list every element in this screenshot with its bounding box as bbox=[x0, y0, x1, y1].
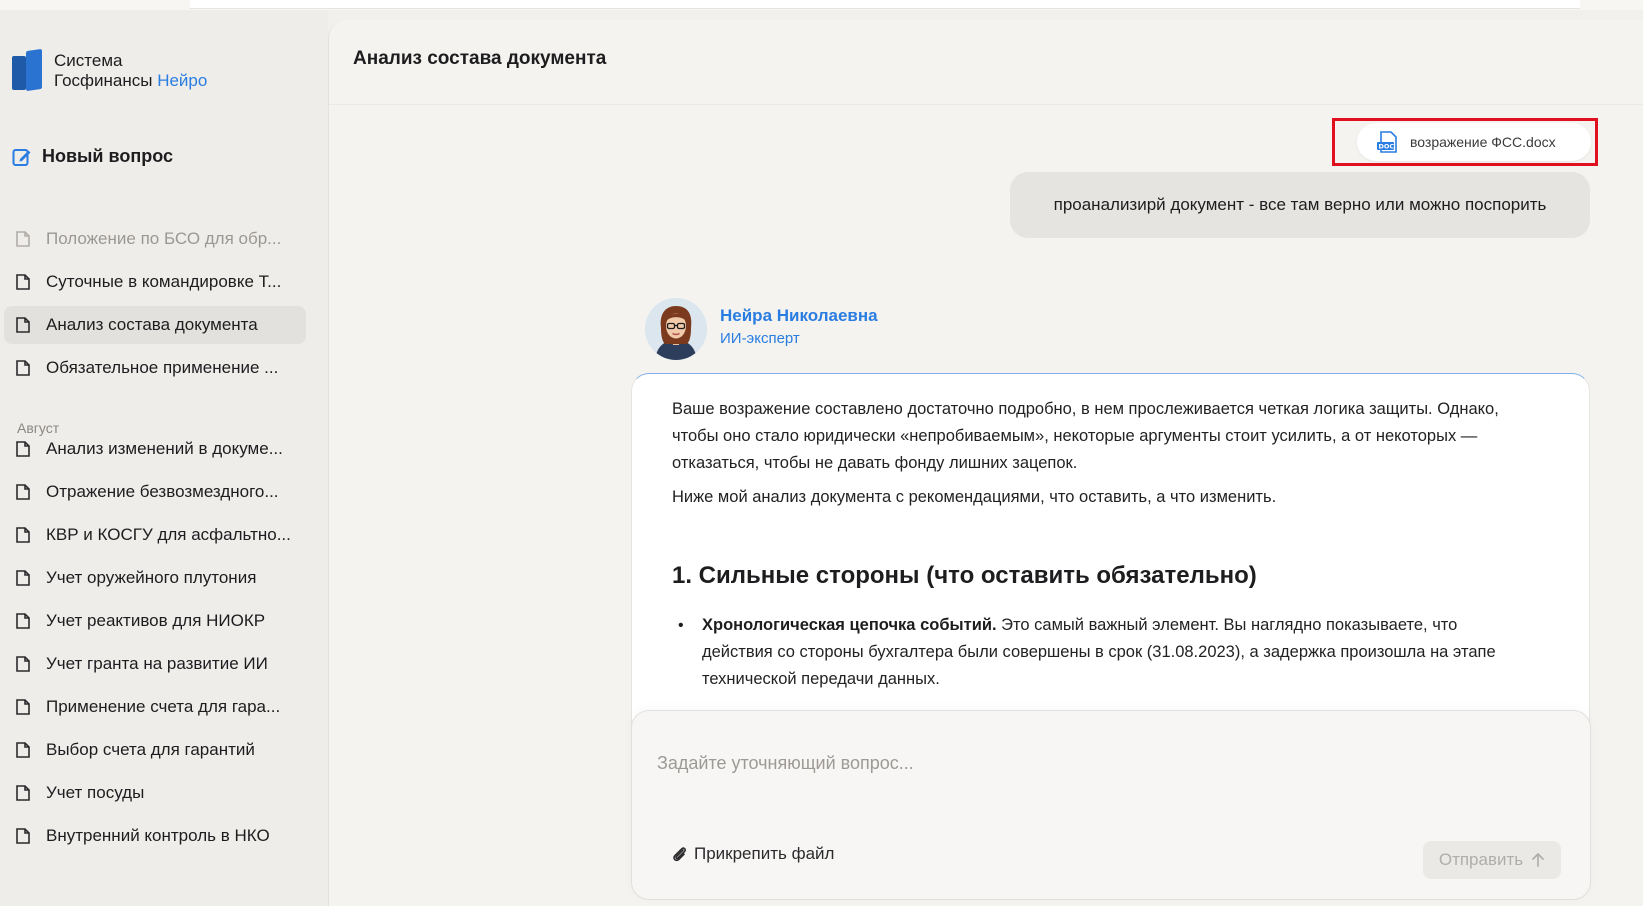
history-item[interactable]: КВР и КОСГУ для асфальтно... bbox=[4, 516, 306, 554]
answer-paragraph: Ниже мой анализ документа с рекомендация… bbox=[672, 488, 1277, 506]
attach-file-label: Прикрепить файл bbox=[694, 844, 835, 863]
address-bar bbox=[190, 0, 1580, 9]
document-icon bbox=[16, 231, 30, 247]
brand-accent: Нейро bbox=[157, 71, 208, 90]
history-item[interactable]: Внутренний контроль в НКО bbox=[4, 817, 306, 855]
send-label: Отправить bbox=[1438, 850, 1524, 869]
docx-file-icon: DOC bbox=[1377, 131, 1397, 153]
document-icon bbox=[16, 570, 30, 586]
brand-name: Система Госфинансы Нейро bbox=[54, 51, 207, 91]
history-item[interactable]: Выбор счета для гарантий bbox=[4, 731, 306, 769]
document-icon bbox=[16, 317, 30, 333]
document-icon bbox=[16, 699, 30, 715]
assistant-avatar bbox=[645, 298, 707, 360]
new-question-button[interactable]: Новый вопрос bbox=[12, 146, 173, 167]
header-divider bbox=[329, 104, 1643, 105]
document-icon bbox=[16, 360, 30, 376]
attachment-chip[interactable]: DOC возражение ФСС.docx bbox=[1357, 123, 1591, 161]
document-icon bbox=[16, 828, 30, 844]
attach-file-button[interactable]: Прикрепить файл bbox=[670, 844, 834, 864]
assistant-portrait-icon bbox=[645, 298, 707, 360]
sidebar: Система Госфинансы Нейро Новый вопрос По… bbox=[0, 10, 328, 906]
edit-note-icon bbox=[12, 148, 31, 166]
brand-line2: Госфинансы bbox=[54, 71, 153, 90]
document-icon bbox=[16, 785, 30, 801]
message-composer: Задайте уточняющий вопрос... Прикрепить … bbox=[631, 710, 1591, 900]
document-icon bbox=[16, 274, 30, 290]
history-item[interactable]: Суточные в командировке Т... bbox=[4, 263, 306, 301]
assistant-name: Нейра Николаевна bbox=[720, 306, 878, 325]
history-item[interactable]: Анализ изменений в докуме... bbox=[4, 430, 306, 468]
answer-heading: 1. Сильные стороны (что оставить обязате… bbox=[672, 562, 1257, 589]
document-icon bbox=[16, 742, 30, 758]
user-message: проанализирй документ - все там верно ил… bbox=[1010, 172, 1590, 238]
history-item[interactable]: Применение счета для гара... bbox=[4, 688, 306, 726]
document-icon bbox=[16, 441, 30, 457]
assistant-message: Ваше возражение составлено достаточно по… bbox=[631, 373, 1590, 753]
answer-paragraph: Ваше возражение составлено достаточно по… bbox=[672, 400, 1499, 472]
assistant-role: ИИ-эксперт bbox=[720, 330, 800, 347]
top-strip bbox=[0, 0, 1643, 10]
svg-text:DOC: DOC bbox=[1379, 143, 1395, 151]
history-item[interactable]: Учет посуды bbox=[4, 774, 306, 812]
answer-list-item: Хронологическая цепочка событий. Это сам… bbox=[702, 612, 1532, 693]
bullet-dot: • bbox=[678, 617, 684, 634]
document-icon bbox=[16, 527, 30, 543]
history-item[interactable]: Отражение безвозмездного... bbox=[4, 473, 306, 511]
history-item[interactable]: Обязательное применение ... bbox=[4, 349, 306, 387]
question-input[interactable]: Задайте уточняющий вопрос... bbox=[657, 753, 914, 774]
brand-logo[interactable]: Система Госфинансы Нейро bbox=[12, 48, 207, 92]
document-icon bbox=[16, 656, 30, 672]
document-icon bbox=[16, 613, 30, 629]
book-logo-icon bbox=[12, 48, 44, 92]
history-item[interactable]: Учет гранта на развитие ИИ bbox=[4, 645, 306, 683]
brand-line1: Система bbox=[54, 51, 123, 70]
attachment-filename: возражение ФСС.docx bbox=[1410, 134, 1556, 150]
history-item[interactable]: Положение по БСО для обр... bbox=[4, 220, 306, 258]
history-item[interactable]: Учет реактивов для НИОКР bbox=[4, 602, 306, 640]
history-item[interactable]: Учет оружейного плутония bbox=[4, 559, 306, 597]
history-item-active[interactable]: Анализ состава документа bbox=[4, 306, 306, 344]
paperclip-icon bbox=[673, 847, 686, 862]
page-title: Анализ состава документа bbox=[353, 48, 607, 69]
document-icon bbox=[16, 484, 30, 500]
send-button[interactable]: Отправить bbox=[1423, 841, 1561, 879]
user-message-text: проанализирй документ - все там верно ил… bbox=[1053, 195, 1547, 214]
arrow-up-icon bbox=[1532, 853, 1544, 867]
answer-list-item-title: Хронологическая цепочка событий. bbox=[702, 616, 997, 634]
new-question-label: Новый вопрос bbox=[42, 146, 173, 166]
